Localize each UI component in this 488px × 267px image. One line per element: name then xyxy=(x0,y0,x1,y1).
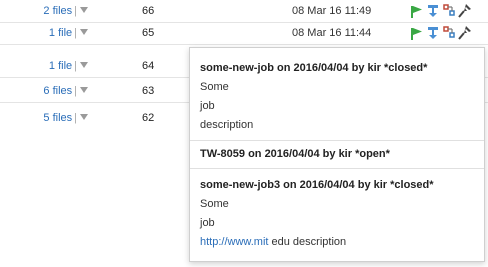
files-cell[interactable]: 2 files | xyxy=(43,5,88,17)
pin-icon[interactable] xyxy=(458,3,472,19)
chevron-down-icon[interactable] xyxy=(80,114,88,120)
row-actions xyxy=(410,3,480,19)
table-row: 2 files | 66 08 Mar 16 11:49 xyxy=(0,0,488,23)
files-cell[interactable]: 1 file | xyxy=(49,60,88,72)
chevron-down-icon[interactable] xyxy=(80,7,88,13)
change-title[interactable]: some-new-job on 2016/04/04 by kir *close… xyxy=(200,62,427,74)
build-number: 65 xyxy=(142,27,155,39)
changes-popup: some-new-job on 2016/04/04 by kir *close… xyxy=(189,47,485,262)
table-row: 1 file | 65 08 Mar 16 11:44 xyxy=(0,22,488,45)
chevron-down-icon[interactable] xyxy=(80,29,88,35)
change-description-line: Some xyxy=(200,198,229,210)
divider xyxy=(190,168,484,169)
changes-icon[interactable] xyxy=(442,25,456,41)
build-number: 63 xyxy=(142,85,155,97)
change-description-line: Some xyxy=(200,81,229,93)
files-cell[interactable]: 1 file | xyxy=(49,27,88,39)
run-icon[interactable] xyxy=(410,25,424,41)
separator: | xyxy=(74,85,77,97)
separator: | xyxy=(74,60,77,72)
files-cell[interactable]: 5 files | xyxy=(43,112,88,124)
download-icon[interactable] xyxy=(426,3,440,19)
separator: | xyxy=(74,5,77,17)
build-date: 08 Mar 16 11:49 xyxy=(292,5,372,17)
run-icon[interactable] xyxy=(410,3,424,19)
description-text: edu description xyxy=(268,236,347,248)
divider xyxy=(190,140,484,141)
description-link[interactable]: http://www.mit xyxy=(200,236,268,248)
files-cell[interactable]: 6 files | xyxy=(43,85,88,97)
build-number: 66 xyxy=(142,5,155,17)
build-number: 62 xyxy=(142,112,155,124)
chevron-down-icon[interactable] xyxy=(80,62,88,68)
files-link[interactable]: 5 files xyxy=(43,112,72,124)
chevron-down-icon[interactable] xyxy=(80,87,88,93)
change-title[interactable]: TW-8059 on 2016/04/04 by kir *open* xyxy=(200,148,390,160)
change-description-line: description xyxy=(200,119,254,131)
changes-icon[interactable] xyxy=(442,3,456,19)
download-icon[interactable] xyxy=(426,25,440,41)
change-description-line: job xyxy=(200,100,215,112)
files-link[interactable]: 1 file xyxy=(49,60,72,72)
separator: | xyxy=(74,112,77,124)
pin-icon[interactable] xyxy=(458,25,472,41)
row-actions xyxy=(410,25,480,41)
build-number: 64 xyxy=(142,60,155,72)
files-link[interactable]: 2 files xyxy=(43,5,72,17)
files-link[interactable]: 1 file xyxy=(49,27,72,39)
change-description-line: http://www.mit edu description xyxy=(200,236,346,248)
build-date: 08 Mar 16 11:44 xyxy=(292,27,372,39)
change-title[interactable]: some-new-job3 on 2016/04/04 by kir *clos… xyxy=(200,179,434,191)
change-description-line: job xyxy=(200,217,215,229)
separator: | xyxy=(74,27,77,39)
files-link[interactable]: 6 files xyxy=(43,85,72,97)
